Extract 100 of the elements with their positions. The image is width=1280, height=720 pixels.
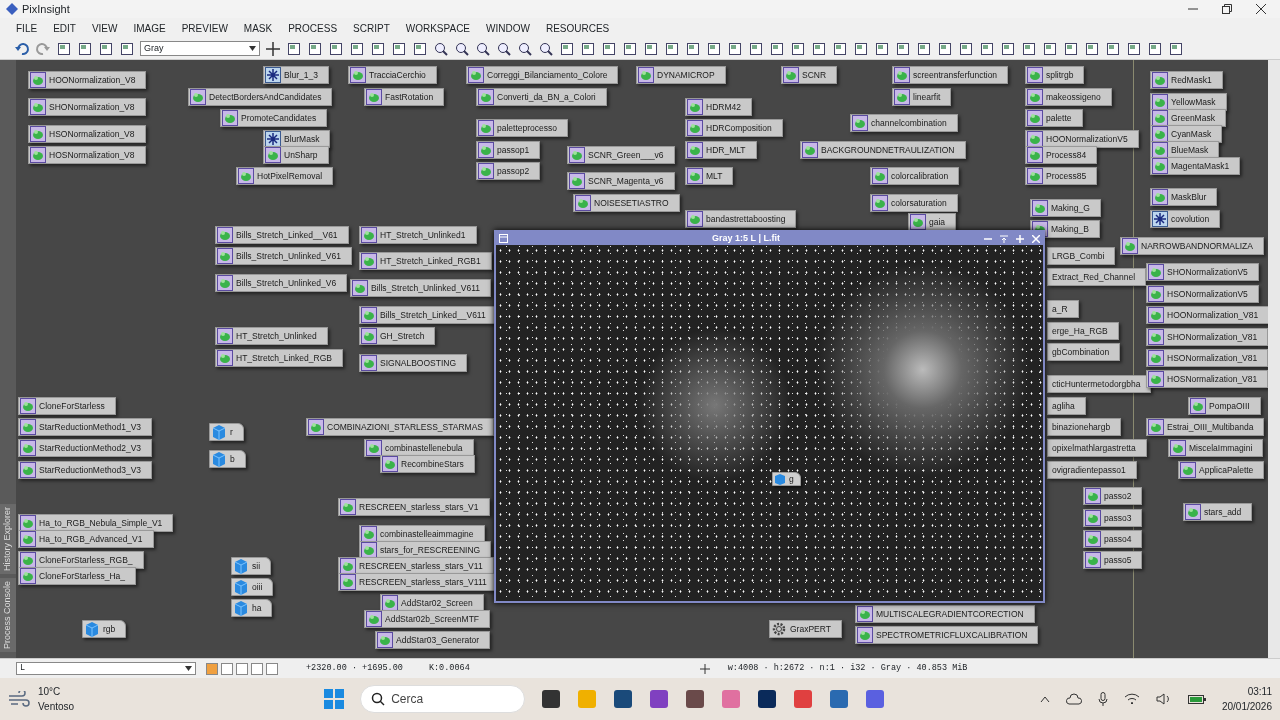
image-icon[interactable]: b <box>209 450 246 468</box>
process-icon[interactable]: passop1 <box>476 141 541 159</box>
magnifier-icon[interactable] <box>454 40 470 57</box>
image-icon[interactable]: ha <box>231 599 273 617</box>
process-icon[interactable]: Bills_Stretch_Unlinked_V611 <box>350 279 491 297</box>
window-icon[interactable] <box>328 40 344 57</box>
process-icon[interactable]: SIGNALBOOSTING <box>359 354 468 372</box>
wifi-icon[interactable] <box>1123 693 1140 705</box>
process-icon[interactable]: HSONormalizationV5 <box>1146 285 1259 303</box>
window-icon[interactable] <box>874 40 890 57</box>
window-icon[interactable] <box>580 40 596 57</box>
window-icon[interactable] <box>769 40 785 57</box>
window-icon[interactable] <box>77 40 93 57</box>
window-icon[interactable] <box>706 40 722 57</box>
window-icon[interactable] <box>937 40 953 57</box>
process-icon[interactable]: combinastellenebula <box>364 439 474 457</box>
process-icon[interactable]: opixelmathlargastretta <box>1047 439 1147 457</box>
window-icon[interactable] <box>1126 40 1142 57</box>
process-icon[interactable]: HDRComposition <box>685 119 783 137</box>
window-icon[interactable] <box>853 40 869 57</box>
view-mode-select[interactable]: Gray <box>140 41 260 56</box>
window-icon[interactable] <box>748 40 764 57</box>
menu-item[interactable]: MASK <box>235 20 281 36</box>
process-icon[interactable]: RESCREEN_starless_stars_V1 <box>338 498 490 516</box>
window-icon[interactable] <box>1042 40 1058 57</box>
process-icon[interactable]: SHONormalizationV5 <box>1146 263 1259 281</box>
window-icon[interactable] <box>622 40 638 57</box>
window-icon[interactable] <box>1168 40 1184 57</box>
crosshair-icon[interactable] <box>699 663 710 674</box>
process-icon[interactable]: colorcalibration <box>870 167 960 185</box>
process-icon[interactable]: BACKGROUNDNETRAULIZATION <box>800 141 966 159</box>
process-icon[interactable]: Converti_da_BN_a_Colori <box>476 88 607 106</box>
process-icon[interactable]: palette <box>1025 109 1083 127</box>
process-icon[interactable]: Ha_to_RGB_Nebula_Simple_V1 <box>18 514 174 532</box>
process-icon[interactable]: HOSNormalization_V81 <box>1146 370 1268 388</box>
process-icon[interactable]: Bills_Stretch_Unlinked_V61 <box>215 247 352 265</box>
process-icon[interactable]: MaskBlur <box>1150 188 1218 206</box>
process-icon[interactable]: a_R <box>1047 300 1079 318</box>
process-icon[interactable]: HT_Stretch_Unlinked <box>215 327 328 345</box>
process-icon[interactable]: agliha <box>1047 397 1086 415</box>
image-icon[interactable]: rgb <box>82 620 127 638</box>
menu-item[interactable]: IMAGE <box>125 20 174 36</box>
menu-item[interactable]: PREVIEW <box>173 20 236 36</box>
process-icon[interactable]: ApplicaPalette <box>1178 461 1265 479</box>
window-icon[interactable] <box>811 40 827 57</box>
process-icon[interactable]: splitrgb <box>1025 66 1085 84</box>
image-icon[interactable]: g <box>772 472 801 486</box>
process-icon[interactable]: HotPixelRemoval <box>236 167 334 185</box>
view-select[interactable]: L <box>16 662 196 675</box>
process-icon[interactable]: colorsaturation <box>870 194 958 212</box>
magnifier-icon[interactable] <box>538 40 554 57</box>
window-icon[interactable] <box>832 40 848 57</box>
menu-item[interactable]: RESOURCES <box>537 20 618 36</box>
window-icon[interactable] <box>98 40 114 57</box>
window-icon[interactable] <box>1000 40 1016 57</box>
process-icon[interactable]: AddStar02b_ScreenMTF <box>364 610 491 628</box>
process-icon[interactable]: NARROWBANDNORMALIZA <box>1120 237 1264 255</box>
process-icon[interactable]: Making_B <box>1030 220 1100 238</box>
window-icon[interactable] <box>1147 40 1163 57</box>
process-icon[interactable]: linearfit <box>892 88 952 106</box>
maximize-icon[interactable] <box>1016 234 1024 243</box>
app-icon[interactable] <box>541 689 562 709</box>
process-icon[interactable]: HT_Stretch_Linked_RGB1 <box>359 252 492 270</box>
menu-item[interactable]: SCRIPT <box>345 20 398 36</box>
process-icon[interactable]: paletteprocesso <box>476 119 568 137</box>
search-field[interactable]: Cerca <box>360 685 526 713</box>
window-icon[interactable] <box>979 40 995 57</box>
magnifier-icon[interactable] <box>496 40 512 57</box>
process-icon[interactable]: Extract_Red_Channel <box>1047 268 1147 286</box>
process-icon[interactable]: passo2 <box>1083 487 1143 505</box>
process-icon[interactable]: erge_Ha_RGB <box>1047 322 1119 340</box>
battery-icon[interactable] <box>1187 694 1206 704</box>
process-icon[interactable]: HOSNormalization_V8 <box>28 146 146 164</box>
window-icon[interactable] <box>790 40 806 57</box>
window-icon[interactable] <box>412 40 428 57</box>
process-icon[interactable]: HT_Stretch_Unlinked1 <box>359 226 477 244</box>
process-icon[interactable]: SHONormalization_V81 <box>1146 328 1268 346</box>
process-icon[interactable]: binazionehargb <box>1047 418 1122 436</box>
process-icon[interactable]: SCNR_Magenta_v6 <box>567 172 675 190</box>
process-icon[interactable]: channelcombination <box>850 114 958 132</box>
process-icon[interactable]: FastRotation <box>364 88 445 106</box>
image-icon[interactable]: oiii <box>231 578 274 596</box>
restore-icon[interactable] <box>1222 4 1232 14</box>
menu-item[interactable]: EDIT <box>45 20 84 36</box>
process-icon[interactable]: stars_add <box>1183 503 1253 521</box>
process-icon[interactable]: GraxPERT <box>769 620 842 638</box>
process-icon[interactable]: UnSharp <box>263 146 329 164</box>
color-swatch-icon[interactable] <box>206 662 280 675</box>
app-icon[interactable] <box>757 689 778 709</box>
process-icon[interactable]: passo5 <box>1083 551 1143 569</box>
magnifier-icon[interactable] <box>517 40 533 57</box>
window-icon[interactable] <box>1063 40 1079 57</box>
side-tab[interactable]: History Explorer <box>0 503 16 574</box>
window-icon[interactable] <box>727 40 743 57</box>
process-icon[interactable]: Correggi_Bilanciamento_Colore <box>466 66 619 84</box>
process-icon[interactable]: Ha_to_RGB_Advanced_V1 <box>18 530 154 548</box>
window-icon[interactable] <box>1084 40 1100 57</box>
window-icon[interactable] <box>895 40 911 57</box>
start-icon[interactable] <box>324 689 345 709</box>
menu-item[interactable]: FILE <box>8 20 46 36</box>
